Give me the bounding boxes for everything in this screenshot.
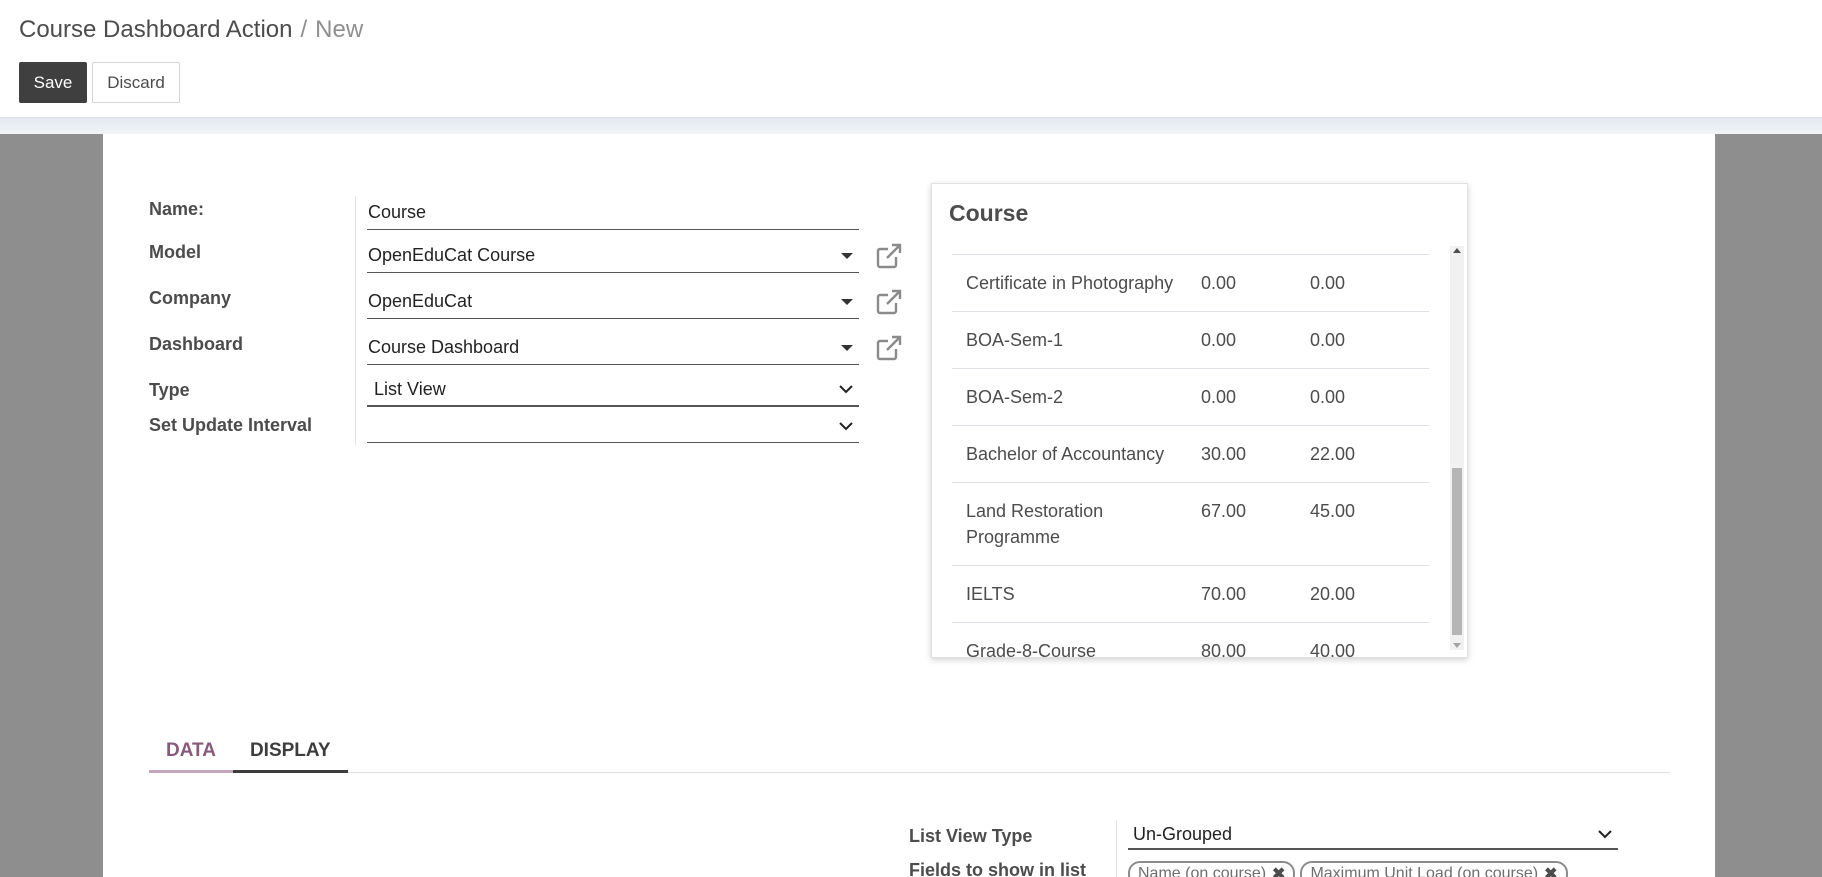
field-divider (355, 196, 356, 446)
table-row: Grade-8-Course 80.00 40.00 (952, 623, 1429, 679)
name-value: Course (368, 202, 427, 222)
cell-value: 0.00 (1310, 330, 1346, 350)
tab-display[interactable]: DISPLAY (232, 725, 348, 773)
model-field[interactable]: OpenEduCat Course (367, 239, 859, 273)
fields-in-list-label: Fields to show in list (909, 860, 1087, 877)
list-view-type-label: List View Type (909, 826, 1033, 846)
remove-tag-icon[interactable]: ✖ (1544, 864, 1557, 877)
breadcrumb: Course Dashboard Action / New (19, 16, 363, 44)
tag-label: Name (on course) (1138, 865, 1267, 877)
tab-data[interactable]: DATA (149, 725, 233, 773)
update-interval-select[interactable] (367, 409, 859, 443)
preview-table: Certificate in Photography 0.00 0.00 BOA… (952, 254, 1429, 679)
scroll-thumb[interactable] (1452, 468, 1462, 635)
table-row: IELTS 70.00 20.00 (952, 566, 1429, 623)
preview-scrollbar[interactable] (1450, 246, 1464, 650)
cell-value: 22.00 (1310, 444, 1356, 464)
chevron-down-icon (839, 421, 853, 430)
dashboard-value: Course Dashboard (368, 337, 520, 357)
cell-value: 67.00 (1201, 501, 1247, 521)
model-label: Model (149, 242, 201, 262)
caret-down-icon[interactable] (841, 344, 853, 351)
scroll-up-arrow-icon[interactable] (1453, 248, 1461, 253)
chevron-down-icon (1598, 830, 1612, 839)
caret-down-icon[interactable] (841, 252, 853, 259)
company-field[interactable]: OpenEduCat (367, 285, 859, 319)
cell-value: 0.00 (1201, 387, 1237, 407)
cell-value: 20.00 (1310, 584, 1356, 604)
notebook-tabs: DATA DISPLAY (149, 725, 1670, 773)
discard-button[interactable]: Discard (92, 62, 180, 103)
preview-title: Course (949, 200, 1029, 226)
cell-name: IELTS (966, 584, 1015, 604)
external-link-icon[interactable] (874, 241, 904, 271)
table-row: Land Restoration Programme 67.00 45.00 (952, 483, 1429, 566)
cell-value: 0.00 (1310, 273, 1346, 293)
fields-tags: Name (on course) ✖ Maximum Unit Load (on… (1128, 861, 1568, 877)
dashboard-field[interactable]: Course Dashboard (367, 331, 859, 365)
list-view-type-select[interactable]: Un-Grouped (1128, 820, 1618, 850)
cell-value: 30.00 (1201, 444, 1247, 464)
update-interval-label: Set Update Interval (149, 415, 313, 435)
type-value: List View (374, 378, 446, 399)
field-tag: Maximum Unit Load (on course) ✖ (1300, 861, 1568, 877)
breadcrumb-current: New (315, 16, 364, 43)
table-row: Bachelor of Accountancy 30.00 22.00 (952, 426, 1429, 483)
save-button[interactable]: Save (19, 62, 87, 103)
company-label: Company (149, 288, 232, 308)
cell-value: 45.00 (1310, 501, 1356, 521)
name-field[interactable]: Course (367, 196, 859, 230)
cell-value: 0.00 (1201, 330, 1237, 350)
model-value: OpenEduCat Course (368, 245, 536, 265)
cell-value: 0.00 (1310, 387, 1346, 407)
cell-name: Land Restoration Programme (966, 501, 1104, 547)
table-row: BOA-Sem-2 0.00 0.00 (952, 369, 1429, 426)
cell-name: BOA-Sem-1 (966, 330, 1064, 350)
cell-name: Certificate in Photography (966, 273, 1174, 293)
cell-value: 70.00 (1201, 584, 1247, 604)
cell-name: Grade-8-Course (966, 641, 1097, 661)
breadcrumb-separator: / (300, 16, 308, 43)
list-view-type-value: Un-Grouped (1133, 823, 1233, 844)
cell-value: 80.00 (1201, 641, 1247, 661)
remove-tag-icon[interactable]: ✖ (1272, 864, 1285, 877)
field-divider (1116, 820, 1117, 877)
breadcrumb-parent[interactable]: Course Dashboard Action (19, 16, 293, 44)
caret-down-icon[interactable] (841, 298, 853, 305)
external-link-icon[interactable] (874, 287, 904, 317)
chevron-down-icon (839, 385, 853, 394)
table-row: Certificate in Photography 0.00 0.00 (952, 255, 1429, 312)
type-label: Type (149, 380, 190, 400)
field-tag: Name (on course) ✖ (1128, 861, 1296, 877)
name-label: Name: (149, 199, 205, 219)
external-link-icon[interactable] (874, 333, 904, 363)
list-preview-card: Course Certificate in Photography 0.00 0… (931, 183, 1468, 661)
tag-label: Maximum Unit Load (on course) (1310, 865, 1539, 877)
control-panel: Course Dashboard Action / New Save Disca… (0, 0, 1822, 118)
cell-value: 40.00 (1310, 641, 1356, 661)
table-row: BOA-Sem-1 0.00 0.00 (952, 312, 1429, 369)
dashboard-label: Dashboard (149, 334, 244, 354)
cell-value: 0.00 (1201, 273, 1237, 293)
type-select[interactable]: List View (367, 373, 859, 407)
scroll-down-arrow-icon[interactable] (1453, 643, 1461, 648)
cell-name: Bachelor of Accountancy (966, 444, 1165, 464)
cell-name: BOA-Sem-2 (966, 387, 1064, 407)
company-value: OpenEduCat (368, 291, 473, 311)
